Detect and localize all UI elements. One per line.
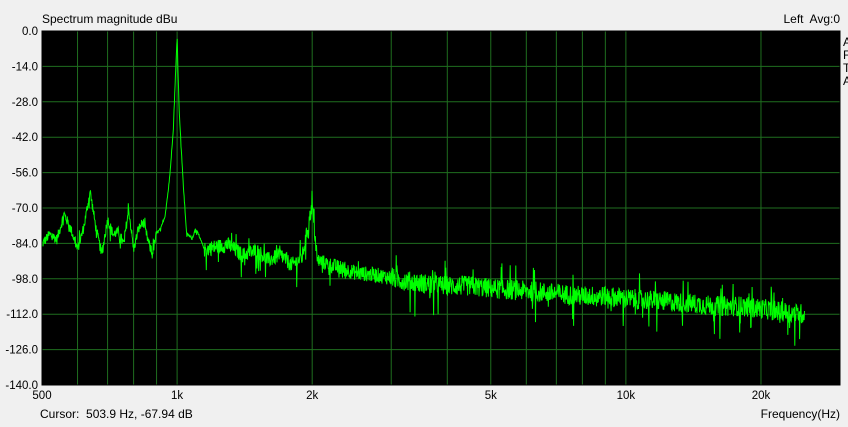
cursor-readout: Cursor: 503.9 Hz, -67.94 dB <box>40 407 193 421</box>
x-tick-label: 10k <box>617 390 636 400</box>
y-tick-label: 0.0 <box>22 26 38 38</box>
x-tick-label: 1k <box>171 390 183 400</box>
y-tick-label: -14.0 <box>12 61 38 73</box>
y-tick-label: -56.0 <box>12 168 38 180</box>
x-tick-label: 500 <box>32 390 51 400</box>
y-tick-label: -126.0 <box>5 345 38 357</box>
y-tick-label: -28.0 <box>12 97 38 109</box>
spectrum-chart[interactable]: 0.0 -14.0 -28.0 -42.0 -56.0 -70.0 -84.0 -98.0 -1… <box>0 0 848 400</box>
x-axis-label: Frequency(Hz) <box>760 407 840 421</box>
y-tick-label: -70.0 <box>12 203 38 215</box>
x-tick-label: 5k <box>485 390 497 400</box>
x-tick-label: 20k <box>752 390 771 400</box>
y-tick-label: -84.0 <box>12 238 38 250</box>
x-tick-label: 2k <box>306 390 318 400</box>
y-tick-label: -98.0 <box>12 274 38 286</box>
y-tick-label: -42.0 <box>12 132 38 144</box>
cursor-label: Cursor: <box>40 407 80 421</box>
cursor-value: 503.9 Hz, -67.94 dB <box>86 407 193 421</box>
y-tick-label: -112.0 <box>6 309 38 321</box>
